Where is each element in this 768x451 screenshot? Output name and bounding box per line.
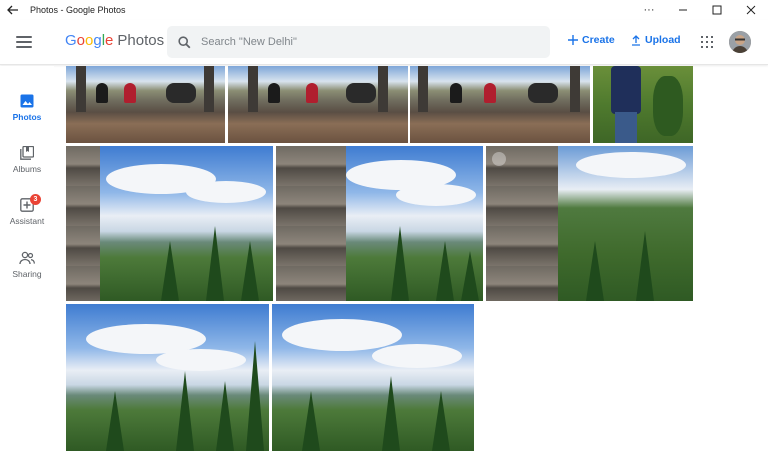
photo-thumbnail[interactable] xyxy=(228,66,408,143)
more-options-button[interactable]: ··· xyxy=(632,0,666,20)
upload-icon xyxy=(632,34,640,46)
assistant-badge: 3 xyxy=(30,194,41,205)
google-apps-icon[interactable] xyxy=(701,36,713,48)
back-arrow-icon[interactable] xyxy=(0,0,26,20)
close-button[interactable] xyxy=(734,0,768,20)
photo-thumbnail[interactable] xyxy=(66,146,273,301)
sidebar-item-assistant[interactable]: 3 Assistant xyxy=(0,194,54,226)
sidebar-item-label: Photos xyxy=(12,112,42,122)
photo-thumbnail[interactable] xyxy=(486,146,693,301)
photo-thumbnail[interactable] xyxy=(272,304,474,451)
select-check-icon[interactable] xyxy=(492,152,506,166)
app-bar: GooglePhotos Create Upload xyxy=(0,20,768,65)
sidebar: Photos Albums 3 Assistant Sharing xyxy=(0,66,54,451)
photo-thumbnail[interactable] xyxy=(410,66,590,143)
title-bar: Photos - Google Photos ··· xyxy=(0,0,768,20)
sidebar-item-label: Albums xyxy=(12,164,42,174)
app-window: Photos - Google Photos ··· Google Photos … xyxy=(0,0,768,451)
photo-thumbnail[interactable] xyxy=(66,304,269,451)
account-avatar[interactable] xyxy=(729,31,751,53)
maximize-button[interactable] xyxy=(700,0,734,20)
window-title: Photos - Google Photos xyxy=(30,5,126,15)
albums-icon xyxy=(20,146,34,160)
sidebar-item-label: Sharing xyxy=(12,269,42,279)
minimize-button[interactable] xyxy=(666,0,700,20)
sidebar-item-albums[interactable]: Albums xyxy=(0,146,54,174)
create-button[interactable]: Create xyxy=(568,34,615,46)
main-menu-button[interactable] xyxy=(14,33,34,51)
sidebar-item-label: Assistant xyxy=(9,216,45,226)
sidebar-item-photos[interactable]: Photos xyxy=(0,94,54,122)
photo-thumbnail[interactable] xyxy=(593,66,693,143)
sidebar-item-sharing[interactable]: Sharing xyxy=(0,251,54,279)
sharing-icon xyxy=(19,251,35,265)
photos-icon xyxy=(20,94,34,108)
search-input[interactable] xyxy=(201,36,521,48)
create-label: Create xyxy=(582,34,615,46)
search-bar[interactable] xyxy=(167,26,550,58)
search-icon[interactable] xyxy=(167,26,201,58)
google-photos-logo[interactable]: Google Photos xyxy=(65,32,164,49)
photo-thumbnail[interactable] xyxy=(66,66,225,143)
upload-button[interactable]: Upload xyxy=(631,34,681,46)
photo-thumbnail[interactable] xyxy=(276,146,483,301)
plus-icon xyxy=(568,35,578,45)
upload-label: Upload xyxy=(645,34,681,46)
